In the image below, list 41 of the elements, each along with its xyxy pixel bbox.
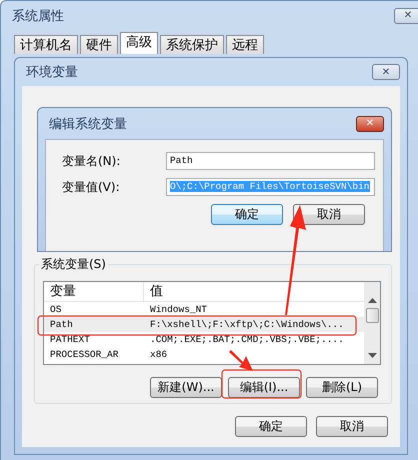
column-header[interactable]: 变量 [44,282,144,301]
dialog-button[interactable]: 编辑(I)... [228,377,300,398]
variable-name: PROCESSOR_AR [49,348,120,362]
tab[interactable]: 硬件 [80,35,118,54]
list-row[interactable]: PROCESSOR_AR x86 [44,347,364,362]
variable-value: F:\xshell\;F:\xftp\;C:\Windows\... [149,318,344,332]
input-field[interactable]: Path [166,152,375,170]
window-title: 系统属性 [11,8,64,24]
variable-value: Windows_NT [149,303,208,317]
scroll-down-icon[interactable] [368,353,376,359]
list-row[interactable]: OS Windows_NT [44,302,364,317]
close-button[interactable]: ✕ [372,64,400,80]
dialog-button[interactable]: 确定 [235,416,307,437]
arrow [229,350,253,371]
variable-list[interactable]: 变量 值 OS Windows_NT Path F:\xshell\;F:\xftp\;C:\Windows\... PATHEXT .COM;.EXE;.BAT;.CMD;.VBS;.VBE;.... PROCESSOR_AR x86 [43,281,381,365]
dialog-button[interactable]: 删除(L) [306,377,378,398]
tab[interactable]: 远程 [226,35,264,54]
field-label: 变量名(N): [61,152,122,170]
dialog-button[interactable]: 确定 [211,204,283,225]
column-header[interactable]: 值 [144,282,163,301]
variable-value: .COM;.EXE;.BAT;.CMD;.VBS;.VBE;.... [149,333,344,347]
window-title: 环境变量 [25,64,78,81]
group-label: 系统变量(S) [39,256,108,273]
tab[interactable]: 系统保护 [160,35,224,54]
tab[interactable]: 计算机名 [14,35,78,54]
dialog-button[interactable]: 取消 [316,416,388,437]
list-row[interactable]: Path F:\xshell\;F:\xftp\;C:\Windows\... [44,317,364,332]
dialog-button[interactable]: 取消 [293,204,365,225]
variable-name: Path [49,318,74,332]
variable-name: PATHEXT [49,333,91,347]
scroll-up-icon[interactable] [368,298,376,304]
scrollbar[interactable] [364,282,380,364]
field-label: 变量值(V): [61,178,121,196]
list-row[interactable]: PATHEXT .COM;.EXE;.BAT;.CMD;.VBS;.VBE;.... [44,332,364,347]
variable-name: OS [49,303,62,317]
scroll-thumb[interactable] [366,308,378,323]
close-button[interactable]: ✕ [394,8,418,24]
dialog-button[interactable]: 新建(W)... [150,377,222,398]
variable-value: x86 [149,348,168,362]
window-title: 编辑系统变量 [48,116,127,132]
tab[interactable]: 高级 [120,32,158,54]
